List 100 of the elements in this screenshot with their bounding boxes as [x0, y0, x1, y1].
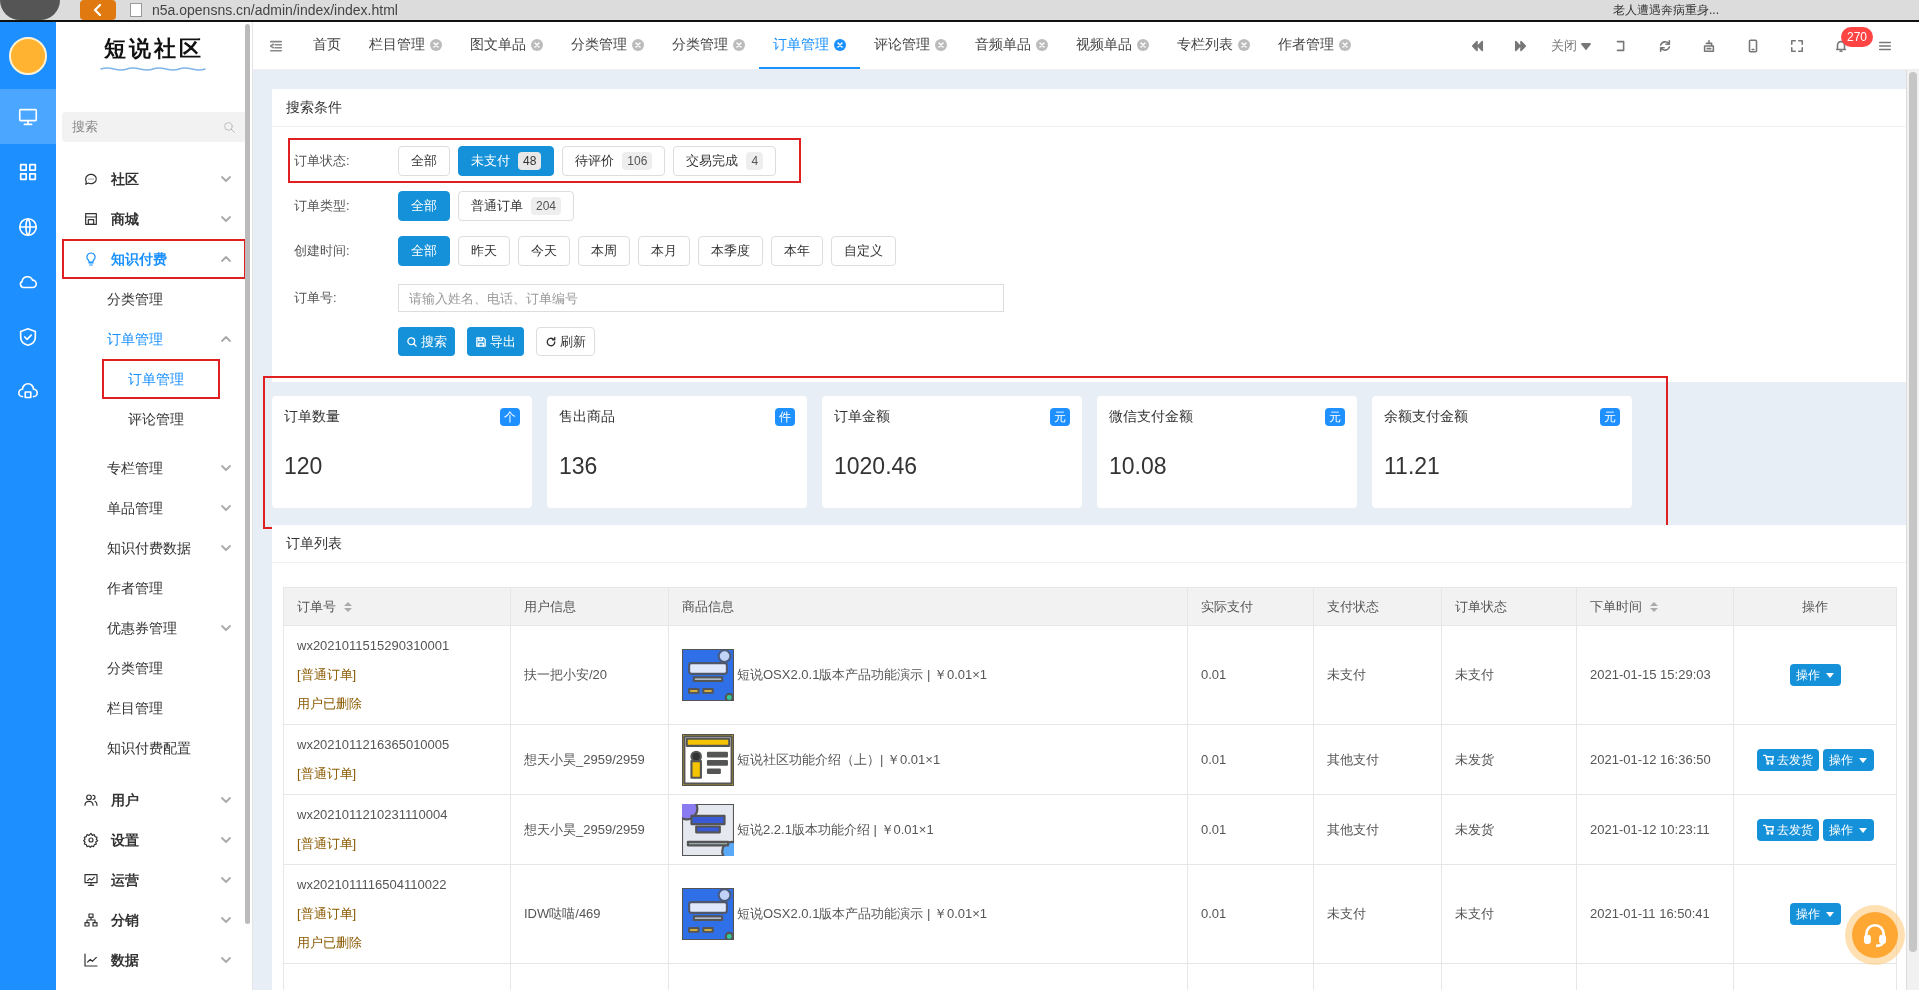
filter-option[interactable]: 全部 — [398, 145, 450, 176]
unit-badge: 元 — [1050, 407, 1070, 426]
tab[interactable]: 评论管理 — [860, 22, 961, 69]
tab[interactable]: 作者管理 — [1264, 22, 1365, 69]
table-cell: 2021-01-12 10:23:11 — [1576, 794, 1734, 865]
unit-badge: 元 — [1600, 407, 1620, 426]
table-cell: 未发货 — [1441, 724, 1577, 795]
tab[interactable]: 视频单品 — [1062, 22, 1163, 69]
count-badge: 48 — [518, 151, 542, 170]
filter-option[interactable]: 本年 — [771, 235, 823, 266]
filter-option[interactable]: 待评价 106 — [562, 145, 666, 176]
filter-label: 订单状态: — [293, 151, 351, 170]
chevron-down-icon — [220, 794, 232, 806]
chevron-down-icon — [220, 462, 232, 474]
table-cell: 0.01 — [1187, 625, 1314, 725]
address-url[interactable]: n5a.opensns.cn/admin/index/index.html — [152, 3, 398, 17]
filter-option[interactable]: 交易完成 4 — [673, 145, 777, 176]
product-title: 短说社区功能介绍（上）| ￥0.01×1 — [737, 750, 941, 769]
page-scrollbar[interactable] — [1906, 70, 1919, 990]
unit-badge: 元 — [1325, 407, 1345, 426]
filter-option[interactable]: 今天 — [518, 235, 570, 266]
sidebar-item[interactable]: 数据 — [62, 940, 246, 980]
panel-title: 搜索条件 — [272, 89, 1906, 127]
filter-label: 创建时间: — [293, 241, 351, 260]
chevron-down-icon — [220, 213, 232, 225]
sidebar-item[interactable]: 运营 — [62, 860, 246, 900]
product-title: 短说OSX2.0.1版本产品功能演示 | ￥0.01×1 — [737, 905, 988, 924]
search-icon — [223, 120, 236, 134]
sidebar-item[interactable]: 评论管理 — [102, 399, 220, 439]
fast-forward-icon — [1514, 38, 1528, 53]
stat-value: 136 — [559, 452, 599, 481]
tab[interactable]: 栏目管理 — [355, 22, 456, 69]
scrollbar[interactable] — [245, 24, 250, 924]
chevron-down-icon — [220, 874, 232, 886]
filter-option[interactable]: 自定义 — [831, 235, 896, 266]
users-icon — [83, 792, 99, 808]
sidebar-item[interactable]: 分类管理 — [62, 648, 246, 688]
close-icon — [430, 38, 442, 51]
table-cell: 未支付 — [1313, 864, 1442, 964]
stat-label: 售出商品 — [559, 407, 615, 426]
filter-option[interactable]: 普通订单 204 — [458, 190, 575, 221]
chevron-down-icon — [220, 173, 232, 185]
tab[interactable]: 音频单品 — [961, 22, 1062, 69]
refresh-icon — [545, 335, 557, 348]
page-icon — [130, 3, 142, 17]
filter-option[interactable]: 本月 — [638, 235, 690, 266]
sidebar-item[interactable]: 社区 — [62, 159, 246, 199]
tab[interactable]: 专栏列表 — [1163, 22, 1264, 69]
order-type: [普通订单] — [297, 835, 358, 853]
notification-badge: 270 — [1841, 26, 1874, 47]
sidebar-item[interactable]: 设置 — [62, 820, 246, 860]
filter-option[interactable]: 未支付 48 — [458, 145, 555, 176]
filter-option[interactable]: 本周 — [578, 235, 630, 266]
chevron-up-icon — [220, 253, 232, 265]
sidebar-item[interactable]: 用户 — [62, 780, 246, 820]
building-icon — [1702, 38, 1716, 53]
stat-value: 10.08 — [1109, 452, 1168, 481]
sidebar-item[interactable]: 单品管理 — [62, 488, 246, 528]
sidebar-item[interactable]: 分类管理 — [62, 279, 246, 319]
chevron-down-icon — [220, 914, 232, 926]
sidebar-item[interactable]: 商城 — [62, 199, 246, 239]
stat-label: 订单金额 — [834, 407, 890, 426]
refresh-button[interactable]: 刷新 — [536, 327, 595, 356]
chevron-up-icon — [220, 333, 232, 345]
news-ticker[interactable]: 老人遭遇奔病重身... — [1613, 4, 1719, 16]
sidebar-item[interactable]: 栏目管理 — [62, 688, 246, 728]
support-button[interactable] — [1845, 905, 1905, 965]
unit-badge: 个 — [500, 407, 520, 426]
sort-icon — [344, 600, 352, 613]
hierarchy-icon — [83, 912, 99, 928]
sidebar-item[interactable]: 专栏管理 — [62, 448, 246, 488]
caret-icon — [1824, 670, 1835, 680]
sidebar-item[interactable]: 优惠券管理 — [62, 608, 246, 648]
tab[interactable]: 首页 — [299, 22, 355, 69]
table-cell: 2021-01-11 16:50:41 — [1576, 864, 1734, 964]
chevron-down-icon — [220, 834, 232, 846]
sidebar-item[interactable]: 分销 — [62, 900, 246, 940]
tab[interactable]: 图文单品 — [456, 22, 557, 69]
shield-icon — [17, 325, 39, 348]
order-search-field[interactable]: 请输入姓名、电话、订单编号 — [398, 284, 1004, 312]
tab[interactable]: 分类管理 — [658, 22, 759, 69]
filter-option[interactable]: 昨天 — [458, 235, 510, 266]
order-note: 用户已删除 — [297, 934, 363, 952]
column-header: 操作 — [1733, 587, 1897, 626]
column-header[interactable]: 下单时间 — [1576, 587, 1734, 626]
close-tabs-dropdown[interactable]: 关闭 — [1543, 21, 1599, 70]
sidebar-item[interactable]: 知识付费数据 — [62, 528, 246, 568]
column-header[interactable]: 订单号 — [283, 587, 511, 626]
filter-option[interactable]: 本季度 — [698, 235, 763, 266]
chevron-down-icon — [220, 954, 232, 966]
panel-title: 订单列表 — [272, 525, 1906, 563]
close-icon — [935, 38, 947, 51]
close-icon — [632, 38, 644, 51]
nav-rail-item[interactable] — [0, 89, 56, 144]
tab[interactable]: 分类管理 — [557, 22, 658, 69]
table-cell: 未支付 — [1441, 625, 1577, 725]
sidebar-item[interactable]: 作者管理 — [62, 568, 246, 608]
unit-badge: 件 — [775, 407, 795, 426]
sidebar-item[interactable]: 知识付费配置 — [62, 728, 246, 768]
product-title: 短说OSX2.0.1版本产品功能演示 | ￥0.01×1 — [737, 666, 988, 685]
